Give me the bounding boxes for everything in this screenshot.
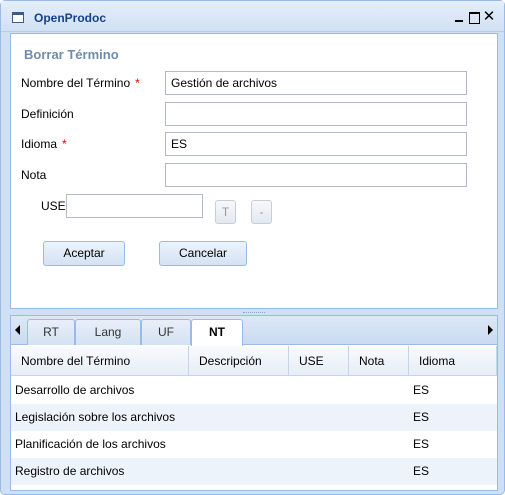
minimize-icon[interactable] <box>452 9 466 25</box>
table-row[interactable]: Legislación sobre los archivos ES <box>11 404 497 431</box>
tab-scroll-left-icon[interactable] <box>15 325 20 335</box>
column-header-term-name[interactable]: Nombre del Término <box>11 346 189 376</box>
cell-term-name: Desarrollo de archivos <box>15 383 135 397</box>
column-header-language[interactable]: Idioma <box>409 346 497 376</box>
window-title: OpenProdoc <box>34 11 107 25</box>
note-label: Nota <box>21 168 47 182</box>
term-name-input[interactable] <box>165 71 467 95</box>
term-name-label: Nombre del Término * <box>21 76 140 90</box>
definition-input[interactable] <box>165 102 467 126</box>
table-row[interactable]: Registro de archivos ES <box>11 458 497 485</box>
use-label: USE <box>41 199 66 213</box>
table-row[interactable]: Desarrollo de archivos ES <box>11 377 497 404</box>
cell-term-name: Planificación de los archivos <box>15 437 166 451</box>
window-app-icon <box>12 12 24 23</box>
column-header-description[interactable]: Descripción <box>189 346 289 376</box>
tab-nt[interactable]: NT <box>191 319 243 346</box>
tab-rt[interactable]: RT <box>27 319 75 345</box>
tab-scroll-right-icon[interactable] <box>488 325 493 335</box>
cell-description <box>189 458 289 485</box>
definition-label: Definición <box>21 107 74 121</box>
column-header-note[interactable]: Nota <box>349 346 409 376</box>
cell-note <box>349 377 409 404</box>
cell-use <box>289 431 349 458</box>
use-clear-button[interactable]: - <box>251 200 272 224</box>
cell-use <box>289 404 349 431</box>
form-title: Borrar Término <box>24 47 119 62</box>
column-header-use[interactable]: USE <box>289 346 349 376</box>
tab-uf[interactable]: UF <box>141 319 191 345</box>
cell-note <box>349 404 409 431</box>
splitter-handle[interactable] <box>243 312 265 314</box>
use-thesaurus-button[interactable]: T <box>215 200 236 224</box>
cell-note <box>349 458 409 485</box>
language-input[interactable] <box>165 132 467 156</box>
tab-lang[interactable]: Lang <box>75 319 141 345</box>
required-mark: * <box>62 137 67 151</box>
required-mark: * <box>135 76 140 90</box>
related-terms-panel: RT Lang UF NT Nombre del Término Descrip… <box>10 315 498 491</box>
cell-note <box>349 431 409 458</box>
cell-term-name: Legislación sobre los archivos <box>15 410 176 424</box>
openprodoc-window: OpenProdoc ✕ Borrar Término Nombre del T… <box>0 0 505 495</box>
close-icon[interactable]: ✕ <box>482 9 496 25</box>
maximize-icon[interactable] <box>467 9 481 25</box>
language-label: Idioma * <box>21 137 67 151</box>
window-titlebar[interactable]: OpenProdoc ✕ <box>1 1 504 32</box>
cell-term-name: Registro de archivos <box>15 464 125 478</box>
tab-strip: RT Lang UF NT <box>11 316 497 346</box>
grid-header: Nombre del Término Descripción USE Nota … <box>11 346 497 376</box>
cell-description <box>189 404 289 431</box>
cell-language: ES <box>413 464 430 478</box>
language-label-text: Idioma <box>21 137 58 151</box>
note-input[interactable] <box>165 163 467 187</box>
use-input[interactable] <box>66 194 203 218</box>
term-form-panel: Borrar Término Nombre del Término * Defin… <box>10 33 498 309</box>
table-row[interactable]: Planificación de los archivos ES <box>11 431 497 458</box>
cancel-button[interactable]: Cancelar <box>159 241 247 266</box>
grid-body: Desarrollo de archivos ES Legislación so… <box>11 377 497 485</box>
cell-use <box>289 377 349 404</box>
cell-description <box>189 431 289 458</box>
cell-use <box>289 458 349 485</box>
cell-language: ES <box>413 410 430 424</box>
cell-language: ES <box>413 437 430 451</box>
accept-button[interactable]: Aceptar <box>43 241 125 266</box>
cell-description <box>189 377 289 404</box>
term-name-label-text: Nombre del Término <box>21 76 131 90</box>
cell-language: ES <box>413 383 430 397</box>
